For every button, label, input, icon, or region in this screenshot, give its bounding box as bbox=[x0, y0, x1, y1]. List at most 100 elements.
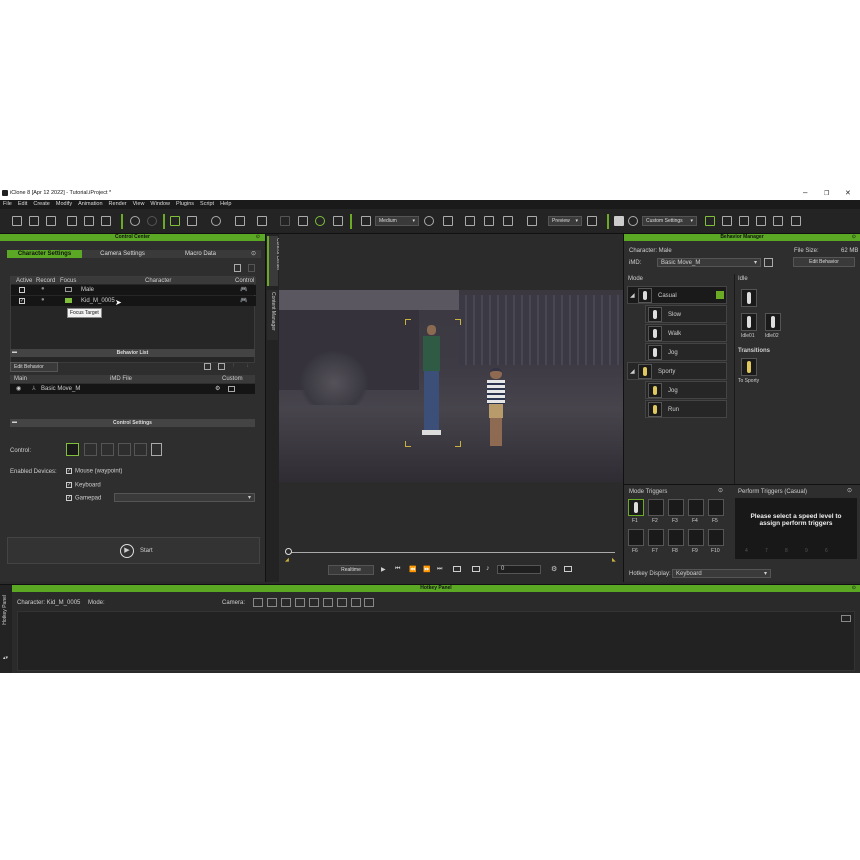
hotkey-side-tab[interactable]: Hotkey Panel ▴▾ bbox=[0, 585, 12, 673]
edit-behavior-button[interactable]: Edit Behavior bbox=[10, 362, 58, 372]
camera-person-icon[interactable] bbox=[281, 598, 291, 607]
trigger-slot[interactable] bbox=[628, 499, 644, 516]
scale-icon[interactable] bbox=[235, 216, 245, 226]
menu-animation[interactable]: Animation bbox=[75, 200, 105, 208]
collapse-arrow-icon[interactable]: ◢ bbox=[630, 292, 635, 299]
move-icon[interactable] bbox=[187, 216, 197, 226]
device-keyboard-checkbox[interactable]: ✓ Keyboard bbox=[66, 482, 101, 489]
grid-icon[interactable] bbox=[465, 216, 475, 226]
menu-script[interactable]: Script bbox=[197, 200, 217, 208]
mode-item[interactable]: ◢ Casual bbox=[627, 286, 727, 304]
import-icon[interactable] bbox=[67, 216, 77, 226]
table-row[interactable]: ● Male 🎮 bbox=[11, 285, 256, 295]
menu-render[interactable]: Render bbox=[106, 200, 130, 208]
menu-window[interactable]: Window bbox=[147, 200, 173, 208]
export-behavior-icon[interactable] bbox=[204, 363, 211, 370]
panel-options-icon[interactable]: ⊙ bbox=[852, 234, 856, 240]
select-icon[interactable] bbox=[170, 216, 180, 226]
export-icon[interactable] bbox=[84, 216, 94, 226]
checkbox[interactable]: ✓ bbox=[66, 482, 72, 488]
tab-options-icon[interactable]: ⊙ bbox=[251, 250, 256, 257]
snap-icon[interactable] bbox=[280, 216, 290, 226]
light-icon[interactable] bbox=[424, 216, 434, 226]
group-control-icon[interactable] bbox=[134, 443, 147, 456]
fast-forward-icon[interactable]: ⏩ bbox=[423, 566, 430, 573]
transition-thumbnail[interactable] bbox=[741, 358, 757, 376]
bm-edit-behavior-button[interactable]: Edit Behavior bbox=[793, 257, 855, 267]
active-checkbox[interactable] bbox=[19, 287, 25, 293]
frame-icon[interactable] bbox=[503, 216, 513, 226]
collapse-icon[interactable]: ▬ bbox=[12, 349, 17, 355]
gamepad-control-icon[interactable] bbox=[66, 443, 79, 456]
realtime-dropdown[interactable]: Realtime bbox=[328, 565, 374, 575]
render-icon[interactable] bbox=[101, 216, 111, 226]
menu-view[interactable]: View bbox=[130, 200, 148, 208]
paste-icon[interactable] bbox=[248, 264, 255, 272]
display-icon[interactable] bbox=[361, 216, 371, 226]
skip-start-icon[interactable]: ⏮ bbox=[395, 566, 400, 573]
move-up-icon[interactable]: ↑ bbox=[232, 363, 235, 369]
path-icon[interactable] bbox=[739, 216, 749, 226]
trigger-slot[interactable] bbox=[708, 499, 724, 516]
undo-icon[interactable] bbox=[130, 216, 140, 226]
quality-dropdown[interactable]: Medium ▾ bbox=[375, 216, 419, 226]
copy-icon[interactable] bbox=[234, 264, 241, 272]
checkbox[interactable]: ✓ bbox=[66, 495, 72, 501]
mode-item[interactable]: Jog bbox=[645, 343, 727, 361]
record-dot-icon[interactable]: ● bbox=[41, 297, 45, 303]
gamepad-icon[interactable]: 🎮 bbox=[240, 286, 247, 293]
maximize-button[interactable]: ❐ bbox=[824, 190, 829, 197]
collapse-icon[interactable]: ▬ bbox=[12, 419, 17, 425]
table-row[interactable]: ✓ ● Kid_M_0005 🎮 bbox=[11, 296, 256, 306]
gamepad-icon[interactable] bbox=[705, 216, 715, 226]
control-center-side-tab[interactable]: Control Center bbox=[267, 236, 281, 286]
custom-folder-icon[interactable] bbox=[228, 386, 235, 392]
timeline-handle[interactable] bbox=[285, 548, 292, 555]
wireframe-icon[interactable] bbox=[484, 216, 494, 226]
camera-orbit-icon[interactable] bbox=[267, 598, 277, 607]
mode-item[interactable]: Walk bbox=[645, 324, 727, 342]
idle02-thumbnail[interactable] bbox=[765, 313, 781, 331]
record-dot-icon[interactable]: ● bbox=[41, 286, 45, 292]
timeline-slider[interactable] bbox=[289, 552, 615, 553]
save-imd-icon[interactable] bbox=[764, 258, 773, 267]
menu-help[interactable]: Help bbox=[217, 200, 234, 208]
main-radio[interactable]: ◉ bbox=[16, 385, 21, 392]
open-project-icon[interactable] bbox=[29, 216, 39, 226]
settings-control-icon[interactable] bbox=[151, 443, 162, 456]
trigger-slot[interactable] bbox=[668, 499, 684, 516]
range-end-marker[interactable]: ◣ bbox=[612, 557, 616, 563]
rewind-icon[interactable]: ⏪ bbox=[409, 566, 416, 573]
tab-macro-data[interactable]: Macro Data bbox=[163, 250, 238, 258]
device-gamepad-checkbox[interactable]: ✓ Gamepad bbox=[66, 495, 101, 502]
motion-director-icon[interactable] bbox=[614, 216, 624, 226]
preview-dropdown[interactable]: Preview ▾ bbox=[548, 216, 582, 226]
minimize-button[interactable]: – bbox=[803, 188, 807, 197]
path-control-icon[interactable] bbox=[101, 443, 114, 456]
tab-camera-settings[interactable]: Camera Settings bbox=[85, 250, 160, 258]
new-project-icon[interactable] bbox=[12, 216, 22, 226]
close-button[interactable]: ✕ bbox=[845, 189, 851, 197]
group-icon[interactable] bbox=[773, 216, 783, 226]
timeline-icon[interactable] bbox=[564, 566, 572, 572]
camera-view-5-icon[interactable] bbox=[364, 598, 374, 607]
gamepad-icon[interactable]: 🎮 bbox=[240, 297, 247, 304]
menu-plugins[interactable]: Plugins bbox=[173, 200, 197, 208]
device-mouse-checkbox[interactable]: ✓ Mouse (waypoint) bbox=[66, 468, 122, 475]
trigger-slot[interactable] bbox=[688, 499, 704, 516]
audio-icon[interactable]: ♪ bbox=[486, 565, 490, 572]
brush-icon[interactable] bbox=[257, 216, 267, 226]
crop-icon[interactable] bbox=[527, 216, 537, 226]
behavior-row[interactable]: ◉ ⅄ Basic Move_M ⚙ bbox=[10, 384, 255, 394]
trigger-slot[interactable] bbox=[628, 529, 644, 546]
delete-icon[interactable] bbox=[218, 363, 225, 370]
menu-create[interactable]: Create bbox=[30, 200, 53, 208]
mode-item[interactable]: ◢ Sporty bbox=[627, 362, 727, 380]
camera-view-2-icon[interactable] bbox=[323, 598, 333, 607]
move-down-icon[interactable]: ↓ bbox=[246, 363, 249, 369]
pick-parent-icon[interactable] bbox=[298, 216, 308, 226]
subtitle-icon[interactable] bbox=[472, 566, 480, 572]
panel-options-icon[interactable]: ⊙ bbox=[256, 234, 260, 240]
play-icon[interactable] bbox=[628, 216, 638, 226]
content-manager-side-tab[interactable]: Content Manager bbox=[267, 290, 278, 340]
